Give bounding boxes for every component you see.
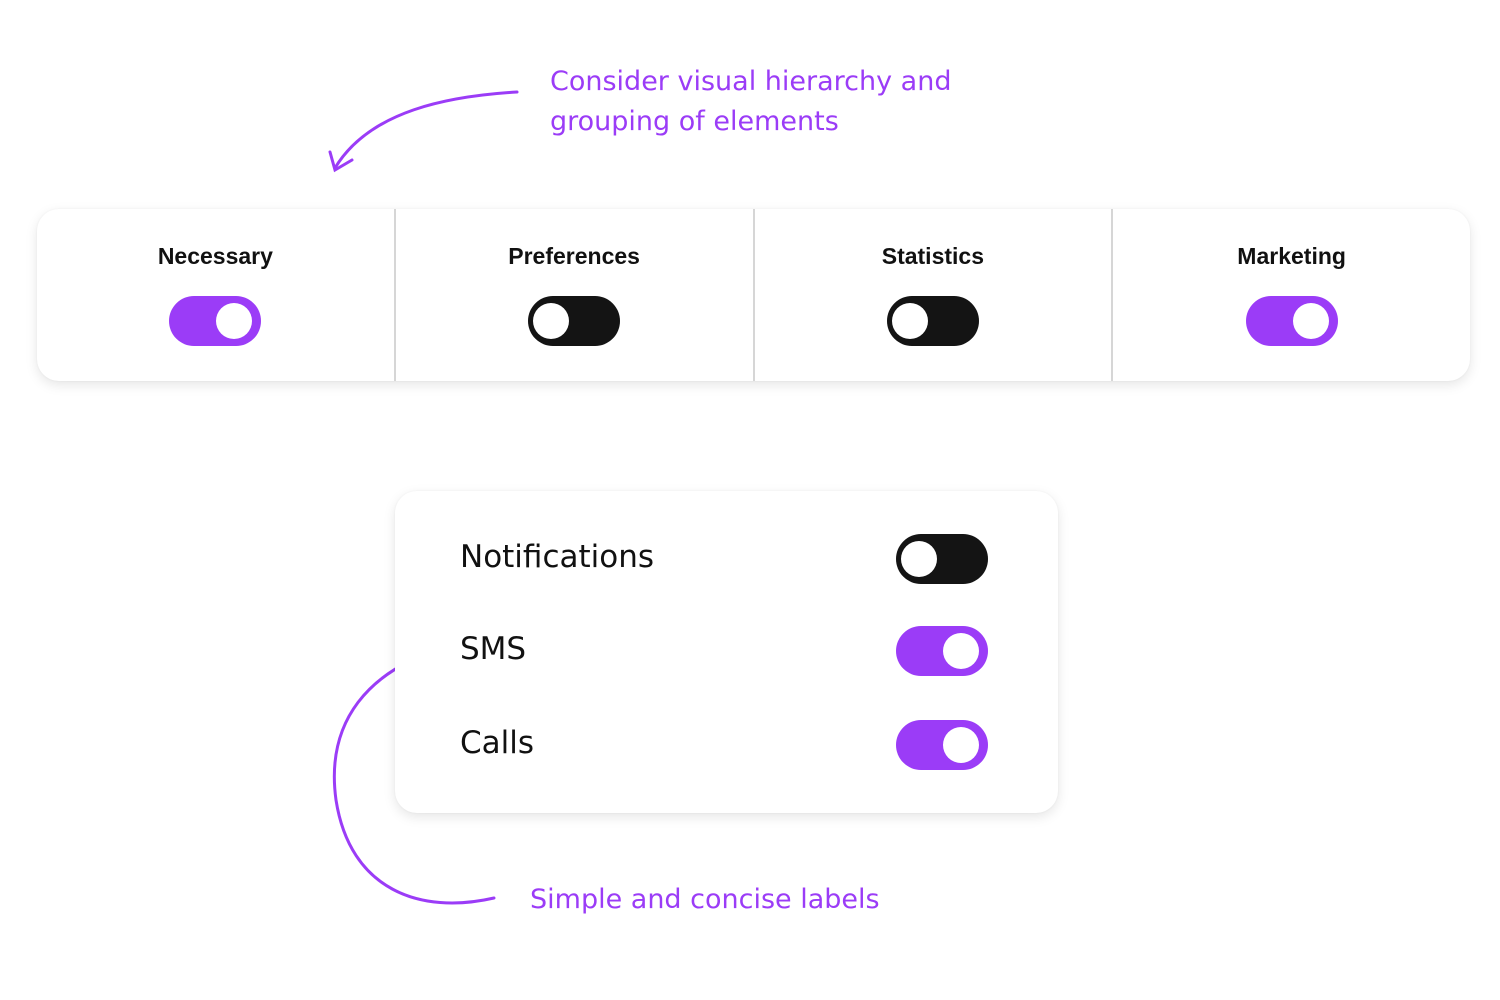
annotation-visual-hierarchy: Consider visual hierarchy and grouping o… (550, 62, 951, 142)
preferences-toggle[interactable] (528, 296, 621, 346)
cookie-category-necessary: Necessary (37, 209, 394, 381)
setting-row-notifications: Notifications (395, 529, 1058, 589)
setting-label: Calls (460, 725, 535, 761)
setting-label: Notifications (460, 539, 655, 575)
category-label: Necessary (157, 243, 273, 269)
cookie-category-preferences: Preferences (393, 209, 753, 381)
cookie-consent-panel: Necessary Preferences Statistics Marketi… (37, 209, 1470, 381)
toggle-knob (1292, 303, 1329, 339)
statistics-toggle[interactable] (886, 296, 979, 346)
marketing-toggle[interactable] (1245, 296, 1338, 346)
setting-label: SMS (460, 631, 527, 667)
setting-row-calls: Calls (395, 715, 1058, 775)
category-label: Preferences (508, 243, 640, 269)
sms-toggle[interactable] (896, 626, 988, 676)
toggle-knob (891, 303, 928, 339)
toggle-knob (943, 727, 979, 763)
toggle-knob (533, 303, 570, 339)
cookie-category-statistics: Statistics (752, 209, 1112, 381)
calls-toggle[interactable] (896, 720, 988, 770)
notifications-toggle[interactable] (896, 534, 988, 584)
toggle-knob (943, 633, 979, 669)
curved-arrow-icon-top (328, 90, 519, 173)
necessary-toggle[interactable] (169, 296, 262, 346)
annotation-line-2: grouping of elements (550, 106, 839, 137)
cookie-category-marketing: Marketing (1111, 209, 1470, 381)
toggle-knob (901, 541, 937, 577)
category-label: Marketing (1237, 243, 1346, 269)
annotation-concise-labels: Simple and concise labels (530, 884, 880, 915)
category-label: Statistics (881, 243, 984, 269)
notification-settings-card: Notifications SMS Calls (395, 491, 1058, 813)
toggle-knob (216, 303, 253, 339)
setting-row-sms: SMS (395, 621, 1058, 681)
annotation-line-1: Consider visual hierarchy and (550, 66, 952, 97)
